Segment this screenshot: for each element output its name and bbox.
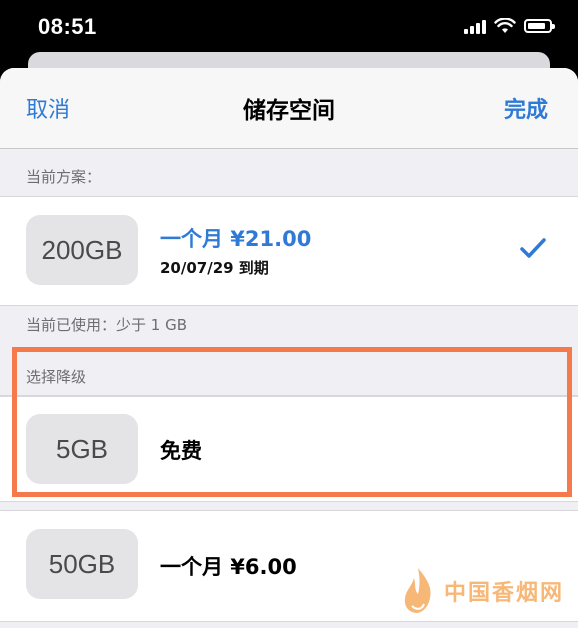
plan-expiry: 20/07/29 到期: [160, 259, 269, 277]
plan-size-tile: 200GB: [26, 215, 138, 285]
status-bar: 08:51: [0, 0, 578, 56]
watermark-text: 中国香烟网: [443, 581, 564, 606]
plan-size-tile: 5GB: [26, 414, 138, 484]
plan-price: 一个月 ¥21.00: [160, 227, 312, 251]
current-plan-header: 当前方案：: [26, 168, 102, 186]
page-title: 储存空间: [243, 98, 335, 124]
downgrade-header: 选择降级: [26, 368, 87, 386]
navigation-bar: 取消 储存空间 完成: [0, 68, 578, 149]
cellular-signal-icon: [464, 18, 486, 34]
storage-sheet: 取消 储存空间 完成 当前方案： 200GB 一个月 ¥21.00 20/07/…: [0, 68, 578, 628]
battery-icon: [524, 19, 555, 33]
plan-price: 免费: [160, 439, 202, 463]
usage-text: 当前已使用：少于 1 GB: [26, 316, 187, 334]
done-button[interactable]: 完成: [504, 92, 548, 124]
downgrade-header-bar: 选择降级: [0, 353, 578, 396]
status-time: 08:51: [38, 14, 97, 39]
current-plan-row[interactable]: 200GB 一个月 ¥21.00 20/07/29 到期: [0, 196, 578, 306]
checkmark-icon: [520, 238, 546, 258]
status-icons: [464, 18, 555, 34]
downgrade-option-5gb[interactable]: 5GB 免费: [0, 396, 578, 502]
plan-price: 一个月 ¥6.00: [160, 555, 297, 579]
flame-logo-icon: [404, 568, 431, 613]
wifi-icon: [494, 18, 516, 33]
watermark: 中国香烟网: [398, 566, 564, 616]
plan-size-tile: 50GB: [26, 529, 138, 599]
